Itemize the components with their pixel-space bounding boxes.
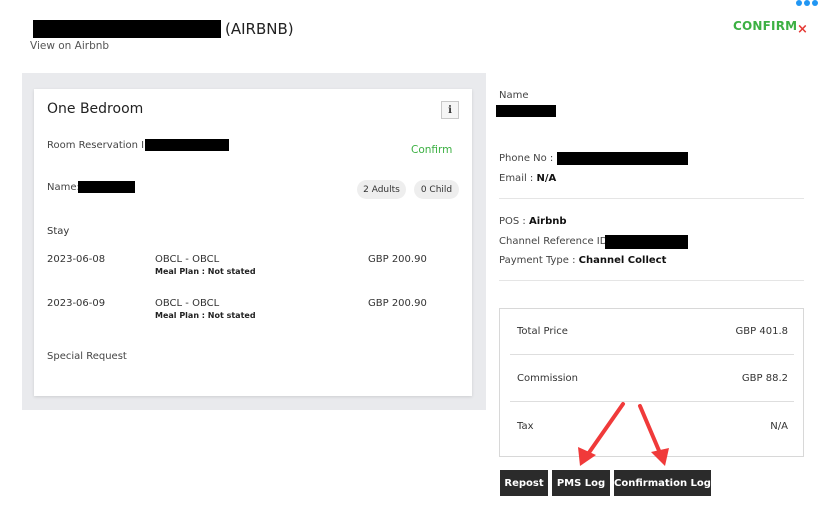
- annotation-arrows: [578, 402, 669, 466]
- arrow-to-pms-log: [578, 402, 625, 466]
- arrow-to-confirmation-log: [638, 404, 669, 466]
